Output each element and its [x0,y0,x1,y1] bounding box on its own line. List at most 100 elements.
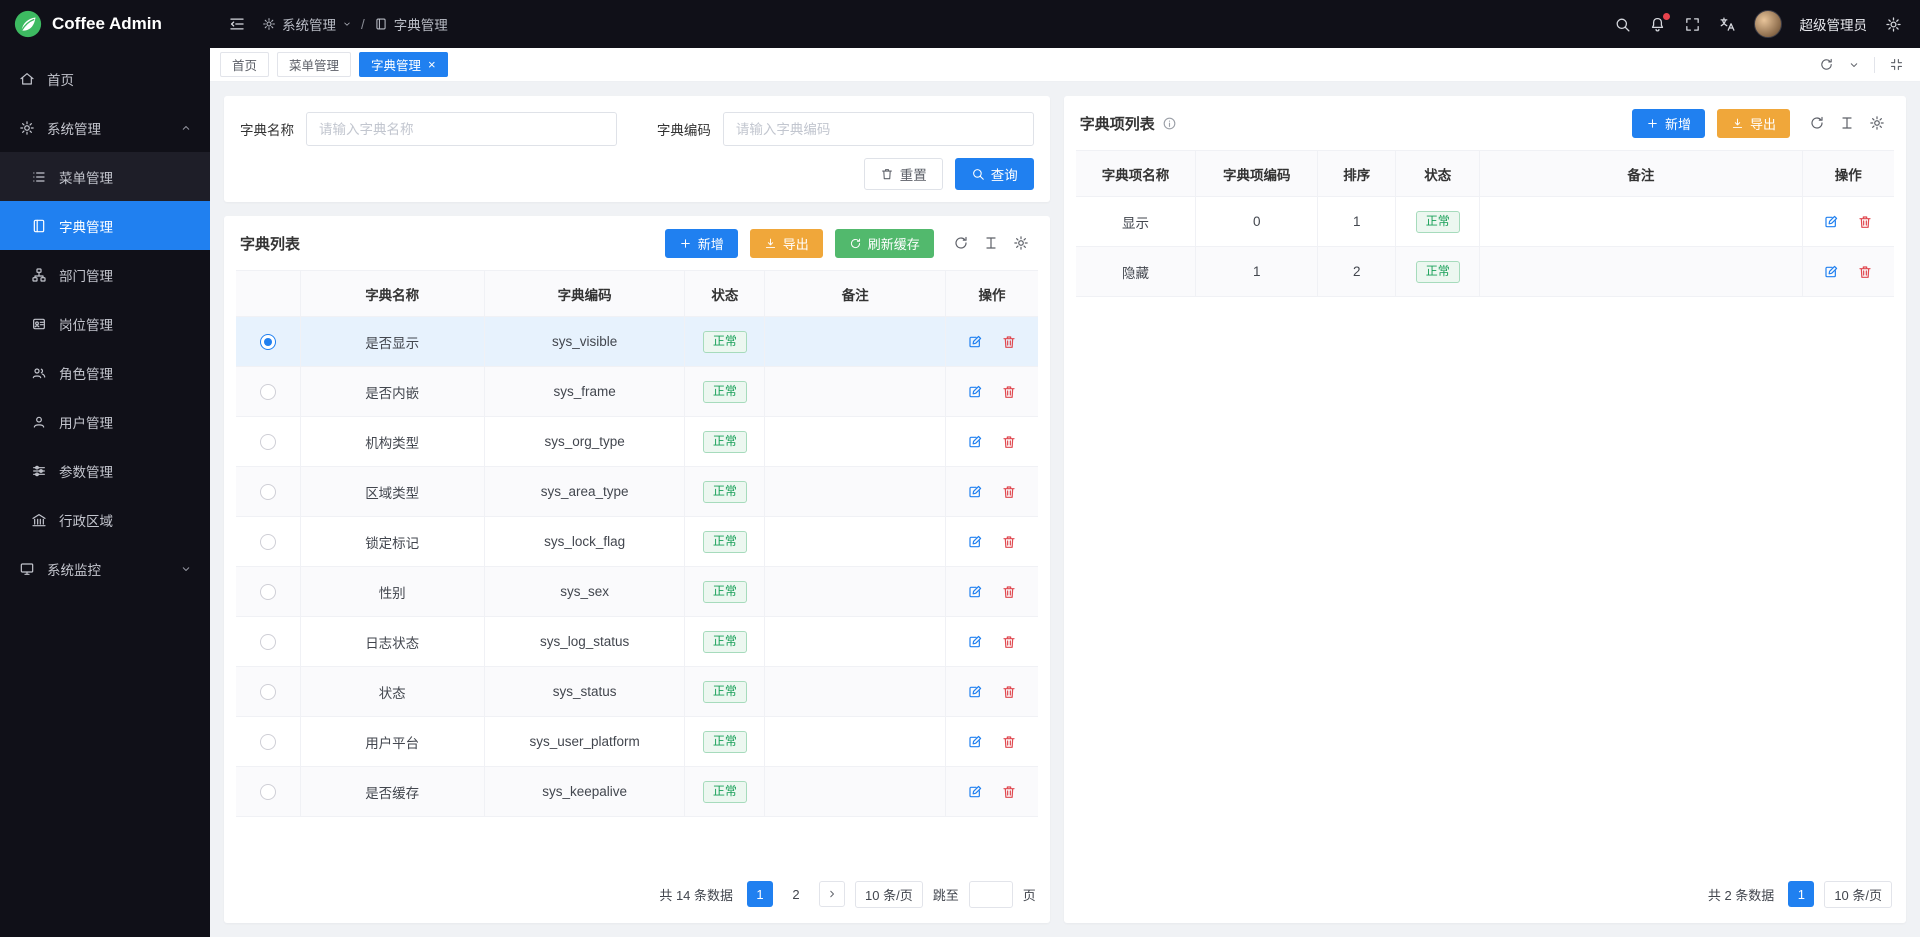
row-radio[interactable] [260,334,276,350]
sidebar-item-label: 岗位管理 [59,314,113,334]
edit-icon[interactable] [967,634,983,650]
delete-icon[interactable] [1001,634,1017,650]
export-button[interactable]: 导出 [750,229,823,258]
delete-icon[interactable] [1001,434,1017,450]
edit-icon[interactable] [967,534,983,550]
breadcrumb-dict[interactable]: 字典管理 [374,14,448,34]
chevron-down-icon[interactable] [1848,59,1860,71]
refresh-icon[interactable] [1819,57,1834,72]
sidebar-group-monitor[interactable]: 系统监控 [0,544,210,593]
row-radio[interactable] [260,484,276,500]
avatar[interactable] [1754,10,1782,38]
dict-code-input[interactable] [723,112,1034,146]
table-row[interactable]: 锁定标记 sys_lock_flag 正常 [236,517,1038,567]
delete-icon[interactable] [1001,534,1017,550]
search-icon[interactable] [1614,16,1631,33]
table-row[interactable]: 性别 sys_sex 正常 [236,567,1038,617]
refresh-cache-button[interactable]: 刷新缓存 [835,229,934,258]
reset-button[interactable]: 重置 [864,158,943,190]
page-button-1[interactable]: 1 [1788,881,1814,907]
row-radio[interactable] [260,784,276,800]
sidebar-item-region-mgmt[interactable]: 行政区域 [0,495,210,544]
row-radio[interactable] [260,534,276,550]
monitor-icon [18,561,36,577]
query-button[interactable]: 查询 [955,158,1034,190]
edit-icon[interactable] [967,384,983,400]
edit-icon[interactable] [967,334,983,350]
breadcrumb-system[interactable]: 系统管理 [262,14,352,34]
table-row[interactable]: 是否内嵌 sys_frame 正常 [236,367,1038,417]
edit-icon[interactable] [1823,264,1839,280]
sidebar-group-system[interactable]: 系统管理 [0,103,210,152]
settings-gear-icon[interactable] [1885,16,1902,33]
edit-icon[interactable] [1823,214,1839,230]
edit-icon[interactable] [967,684,983,700]
dict-name-input[interactable] [306,112,617,146]
collapse-sidebar-icon[interactable] [228,15,246,33]
table-row[interactable]: 区域类型 sys_area_type 正常 [236,467,1038,517]
column-settings-icon[interactable] [978,230,1004,256]
next-page-button[interactable] [819,881,845,907]
edit-icon[interactable] [967,584,983,600]
delete-icon[interactable] [1001,784,1017,800]
edit-icon[interactable] [967,784,983,800]
row-radio[interactable] [260,684,276,700]
table-row[interactable]: 用户平台 sys_user_platform 正常 [236,717,1038,767]
sidebar-item-param-mgmt[interactable]: 参数管理 [0,446,210,495]
delete-icon[interactable] [1001,734,1017,750]
delete-icon[interactable] [1001,384,1017,400]
tab-dict-mgmt[interactable]: 字典管理 × [359,52,448,77]
add-item-button[interactable]: 新增 [1632,109,1705,138]
row-radio[interactable] [260,584,276,600]
table-row[interactable]: 日志状态 sys_log_status 正常 [236,617,1038,667]
refresh-icon[interactable] [1804,110,1830,136]
table-row[interactable]: 是否显示 sys_visible 正常 [236,317,1038,367]
delete-icon[interactable] [1857,214,1873,230]
page-button-2[interactable]: 2 [783,881,809,907]
row-radio[interactable] [260,434,276,450]
sidebar-item-dept-mgmt[interactable]: 部门管理 [0,250,210,299]
delete-icon[interactable] [1001,584,1017,600]
tab-menu-mgmt[interactable]: 菜单管理 [277,52,351,77]
page-size-select[interactable]: 10 条/页 [1824,881,1892,908]
tab-home[interactable]: 首页 [220,52,269,77]
sidebar-item-user-mgmt[interactable]: 用户管理 [0,397,210,446]
delete-icon[interactable] [1001,484,1017,500]
table-row[interactable]: 状态 sys_status 正常 [236,667,1038,717]
fullscreen-icon[interactable] [1684,16,1701,33]
page-button-1[interactable]: 1 [747,881,773,907]
sidebar-item-role-mgmt[interactable]: 角色管理 [0,348,210,397]
table-row[interactable]: 显示 0 1 正常 [1076,197,1894,247]
edit-icon[interactable] [967,434,983,450]
sidebar-item-label: 菜单管理 [59,167,113,187]
row-radio[interactable] [260,734,276,750]
row-radio[interactable] [260,384,276,400]
gear-icon[interactable] [1008,230,1034,256]
refresh-icon[interactable] [948,230,974,256]
column-settings-icon[interactable] [1834,110,1860,136]
info-icon[interactable] [1162,116,1177,131]
delete-icon[interactable] [1001,684,1017,700]
sidebar-item-menu-mgmt[interactable]: 菜单管理 [0,152,210,201]
table-row[interactable]: 机构类型 sys_org_type 正常 [236,417,1038,467]
sidebar-item-home[interactable]: 首页 [0,54,210,103]
table-row[interactable]: 是否缓存 sys_keepalive 正常 [236,767,1038,817]
export-item-button[interactable]: 导出 [1717,109,1790,138]
notification-bell-icon[interactable] [1649,16,1666,33]
edit-icon[interactable] [967,734,983,750]
close-icon[interactable]: × [428,58,436,71]
sidebar-item-dict-mgmt[interactable]: 字典管理 [0,201,210,250]
row-radio[interactable] [260,634,276,650]
cell-actions [946,517,1038,567]
delete-icon[interactable] [1857,264,1873,280]
edit-icon[interactable] [967,484,983,500]
delete-icon[interactable] [1001,334,1017,350]
translate-icon[interactable] [1719,16,1736,33]
table-row[interactable]: 隐藏 1 2 正常 [1076,247,1894,297]
gear-icon[interactable] [1864,110,1890,136]
sidebar-item-post-mgmt[interactable]: 岗位管理 [0,299,210,348]
jump-page-input[interactable] [969,881,1013,908]
page-size-select[interactable]: 10 条/页 [855,881,923,908]
add-button[interactable]: 新增 [665,229,738,258]
fullscreen-exit-icon[interactable] [1889,57,1904,72]
